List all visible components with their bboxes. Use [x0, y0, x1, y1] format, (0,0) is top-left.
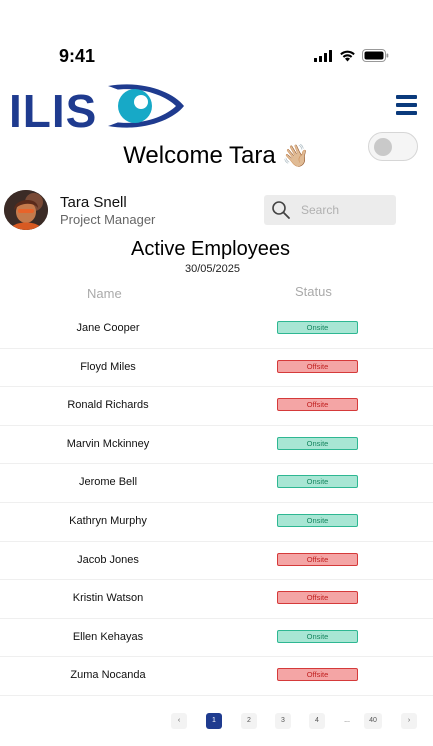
status-badge: Offsite [277, 552, 358, 566]
employee-name: Zuma Nocanda [70, 669, 146, 682]
employee-name: Floyd Miles [80, 360, 136, 373]
employee-name: Kristin Watson [72, 592, 144, 605]
search-icon [272, 201, 290, 219]
status-badge: Offsite [277, 591, 358, 605]
status-time: 9:41 [59, 46, 96, 66]
welcome-text: Welcome Tara [123, 142, 276, 169]
employee-name: Marvin Mckinney [66, 437, 150, 450]
table-row[interactable]: Marvin Mckinney Onsite [0, 426, 433, 465]
table-row[interactable]: Zuma Nocanda Offsite [0, 657, 433, 696]
pagination-next-button[interactable]: › [401, 713, 417, 729]
pagination-ellipsis: ... [344, 717, 350, 724]
status-badge: Offsite [277, 359, 358, 373]
ilis-logo: ILIS [8, 78, 186, 137]
table-row[interactable]: Ronald Richards Offsite [0, 387, 433, 426]
logo-text: ILIS [9, 85, 97, 136]
status-badge: Onsite [277, 629, 358, 643]
search-box[interactable] [264, 195, 396, 225]
search-input[interactable] [301, 203, 391, 217]
table-row[interactable]: Floyd Miles Offsite [0, 349, 433, 388]
employee-name: Kathryn Murphy [69, 514, 147, 527]
avatar[interactable] [4, 190, 48, 230]
table-row[interactable]: Kristin Watson Offsite [0, 580, 433, 619]
pagination-page-3[interactable]: 3 [275, 713, 291, 729]
employee-list: Jane Cooper Onsite Floyd Miles Offsite Ron… [0, 310, 433, 696]
status-badge: Onsite [277, 436, 358, 450]
pagination-page-last[interactable]: 40 [364, 713, 382, 729]
section-date: 30/05/2025 [184, 263, 241, 275]
status-badge: Offsite [277, 668, 358, 682]
status-badge: Onsite [277, 513, 358, 527]
pagination-page-2[interactable]: 2 [241, 713, 257, 729]
status-icons [314, 49, 389, 62]
status-badge: Offsite [277, 398, 358, 412]
theme-toggle[interactable] [368, 132, 418, 161]
employee-name: Ronald Richards [67, 399, 149, 412]
column-header-status[interactable]: Status [295, 284, 332, 299]
table-row[interactable]: Kathryn Murphy Onsite [0, 503, 433, 542]
user-name: Tara Snell [60, 194, 127, 211]
pagination-page-4[interactable]: 4 [309, 713, 325, 729]
hamburger-menu-icon[interactable] [396, 95, 417, 116]
employee-name: Jacob Jones [77, 553, 139, 566]
user-role: Project Manager [60, 212, 156, 227]
status-badge: Onsite [277, 475, 358, 489]
table-row[interactable]: Jacob Jones Offsite [0, 542, 433, 581]
table-row[interactable]: Ellen Kehayas Onsite [0, 619, 433, 658]
battery-icon [362, 49, 389, 62]
signal-icon [314, 49, 332, 62]
pagination: ‹ 1 2 3 4 ... 40 › [0, 713, 433, 729]
eye-icon [108, 84, 184, 128]
column-header-name[interactable]: Name [87, 286, 122, 301]
table-row[interactable]: Jerome Bell Onsite [0, 464, 433, 503]
table-row[interactable]: Jane Cooper Onsite [0, 310, 433, 349]
waving-hand-icon: 👋🏼 [282, 143, 310, 168]
wifi-icon [340, 50, 355, 61]
employee-name: Jerome Bell [78, 476, 138, 489]
toggle-knob [374, 138, 392, 156]
pagination-page-1[interactable]: 1 [206, 713, 222, 729]
employee-name: Ellen Kehayas [72, 630, 144, 643]
section-title: Active Employees [131, 238, 290, 260]
status-bar: 9:41 [0, 0, 433, 80]
pagination-prev-button[interactable]: ‹ [171, 713, 187, 729]
employee-name: Jane Cooper [76, 322, 140, 334]
status-badge: Onsite [277, 321, 358, 334]
